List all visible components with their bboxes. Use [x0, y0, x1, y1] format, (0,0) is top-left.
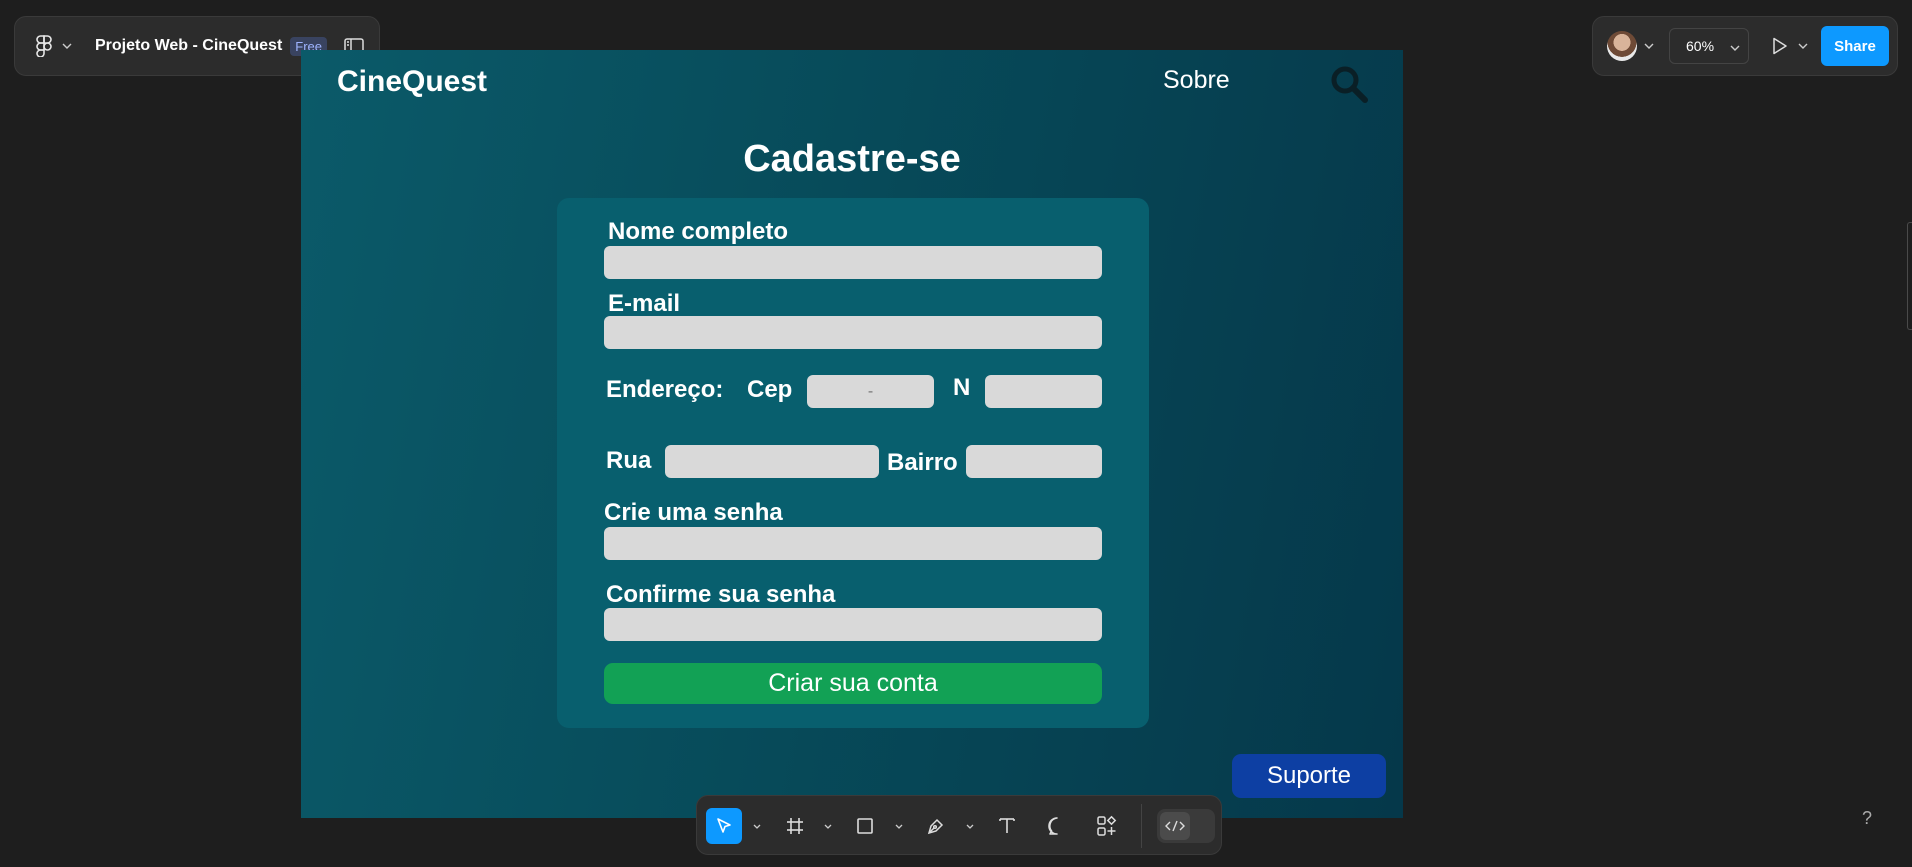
play-icon[interactable] — [1769, 35, 1791, 57]
share-button[interactable]: Share — [1821, 26, 1889, 66]
toolbar-divider — [1141, 804, 1142, 848]
chevron-down-icon[interactable] — [822, 820, 834, 832]
figma-logo-icon[interactable] — [33, 35, 55, 57]
search-icon[interactable] — [1329, 64, 1369, 104]
cep-label: Cep — [747, 376, 793, 403]
password-label: Crie uma senha — [604, 499, 783, 526]
page-title: Cadastre-se — [743, 138, 961, 180]
move-tool-icon[interactable] — [706, 808, 742, 844]
comment-tool-icon[interactable] — [1039, 808, 1075, 844]
confirm-password-label: Confirme sua senha — [606, 581, 836, 608]
signup-form-card: Nome completo E-mail Endereço: Cep - N R… — [557, 198, 1149, 728]
cep-field[interactable]: - — [807, 375, 934, 408]
dev-mode-toggle[interactable] — [1157, 809, 1215, 843]
pen-tool-icon[interactable] — [918, 808, 954, 844]
create-account-button[interactable]: Criar sua conta — [604, 663, 1102, 704]
chevron-down-icon[interactable] — [1797, 40, 1809, 52]
district-label: Bairro — [887, 449, 958, 476]
password-field[interactable] — [604, 527, 1102, 560]
address-label: Endereço: — [606, 376, 724, 403]
district-field[interactable] — [966, 445, 1102, 478]
email-label: E-mail — [608, 290, 681, 317]
name-label: Nome completo — [608, 218, 789, 245]
actions-icon[interactable] — [1089, 808, 1125, 844]
scrollbar[interactable] — [1907, 222, 1912, 330]
zoom-dropdown[interactable]: 60% — [1669, 28, 1749, 64]
help-button[interactable]: ? — [1862, 808, 1872, 829]
rectangle-tool-icon[interactable] — [847, 808, 883, 844]
dev-mode-icon — [1160, 812, 1190, 840]
chevron-down-icon[interactable] — [751, 820, 763, 832]
text-tool-icon[interactable] — [989, 808, 1025, 844]
number-field[interactable] — [985, 375, 1102, 408]
right-panel: 60% Share — [1592, 16, 1898, 76]
name-field[interactable] — [604, 246, 1102, 279]
support-button[interactable]: Suporte — [1232, 754, 1386, 798]
file-name[interactable]: Projeto Web - CineQuest — [95, 37, 282, 55]
email-field[interactable] — [604, 316, 1102, 349]
chevron-down-icon[interactable] — [61, 40, 73, 52]
street-field[interactable] — [665, 445, 879, 478]
zoom-level: 60% — [1686, 38, 1715, 54]
confirm-password-field[interactable] — [604, 608, 1102, 641]
nav-link-sobre[interactable]: Sobre — [1163, 66, 1230, 95]
street-label: Rua — [606, 447, 652, 474]
chevron-down-icon[interactable] — [964, 820, 976, 832]
frame-tool-icon[interactable] — [777, 808, 813, 844]
chevron-down-icon[interactable] — [1643, 40, 1655, 52]
design-frame[interactable]: CineQuest Sobre Cadastre-se Nome complet… — [301, 50, 1403, 818]
number-label: N — [953, 374, 971, 401]
chevron-down-icon[interactable] — [893, 820, 905, 832]
site-brand[interactable]: CineQuest — [337, 65, 487, 99]
tools-toolbar — [696, 795, 1222, 855]
avatar[interactable] — [1607, 31, 1637, 61]
chevron-down-icon — [1730, 38, 1740, 54]
